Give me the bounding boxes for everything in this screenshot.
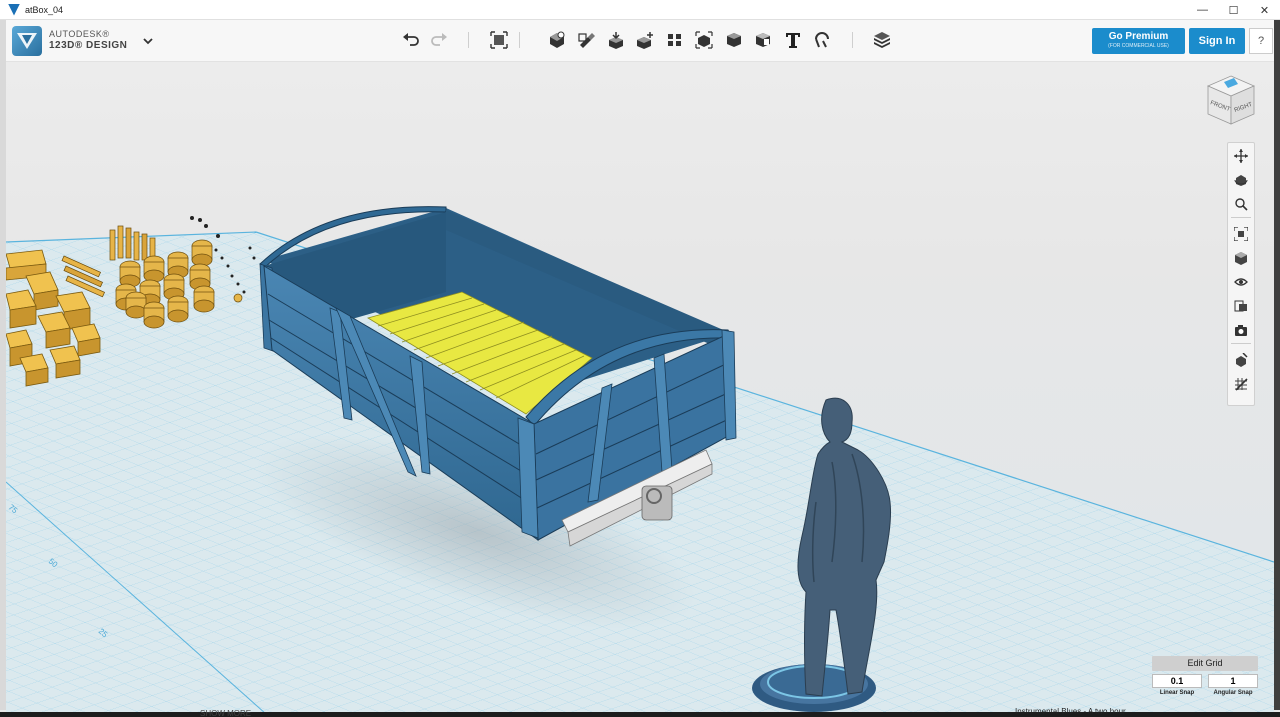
navigation-bar bbox=[1227, 142, 1255, 406]
brand: AUTODESK® 123D® DESIGN bbox=[49, 29, 127, 51]
primitives-icon[interactable] bbox=[548, 31, 566, 49]
window-title: atBox_04 bbox=[25, 4, 64, 15]
background-window-text: Instrumental Blues - A two hour bbox=[1015, 707, 1126, 716]
camera-icon[interactable] bbox=[1232, 321, 1250, 339]
angular-snap-field[interactable]: 1 bbox=[1208, 674, 1258, 688]
text-icon[interactable] bbox=[784, 31, 802, 49]
grouping-icon[interactable] bbox=[695, 31, 713, 49]
view-cube[interactable]: FRONT RIGHT bbox=[1204, 74, 1258, 130]
maximize-icon[interactable]: ☐ bbox=[1218, 0, 1249, 20]
sign-in-button[interactable]: Sign In bbox=[1189, 28, 1245, 54]
zoom-icon[interactable] bbox=[1232, 195, 1250, 213]
undo-icon[interactable] bbox=[402, 31, 420, 49]
measure-icon[interactable] bbox=[754, 31, 772, 49]
materials-icon[interactable] bbox=[873, 31, 891, 49]
close-icon[interactable]: ✕ bbox=[1249, 0, 1280, 20]
go-premium-button[interactable]: Go Premium (FOR COMMERCIAL USE) bbox=[1092, 28, 1185, 54]
view-mode-icon[interactable] bbox=[1232, 249, 1250, 267]
navbar-separator bbox=[1231, 217, 1251, 218]
brand-line1: AUTODESK® bbox=[49, 29, 110, 39]
redo-icon[interactable] bbox=[430, 31, 448, 49]
transform-icon[interactable] bbox=[490, 31, 508, 49]
toolbar-separator bbox=[468, 32, 469, 48]
title-bar: atBox_04 — ☐ ✕ bbox=[0, 0, 1280, 20]
chevron-down-icon[interactable] bbox=[142, 34, 154, 46]
construct-icon[interactable] bbox=[607, 31, 625, 49]
pan-icon[interactable] bbox=[1232, 147, 1250, 165]
premium-sub-label: (FOR COMMERCIAL USE) bbox=[1108, 43, 1169, 49]
sketch-icon[interactable] bbox=[578, 31, 596, 49]
brand-line2: 123D® DESIGN bbox=[49, 40, 128, 51]
modify-icon[interactable] bbox=[636, 31, 654, 49]
app-logo-icon bbox=[8, 3, 20, 16]
grid-icon[interactable] bbox=[1232, 375, 1250, 393]
orbit-icon[interactable] bbox=[1232, 171, 1250, 189]
app-toolbar: AUTODESK® 123D® DESIGN Go Premium (FOR C… bbox=[6, 20, 1274, 62]
angular-snap-label: Angular Snap bbox=[1213, 690, 1253, 696]
snap-icon[interactable] bbox=[813, 31, 831, 49]
combine-icon[interactable] bbox=[725, 31, 743, 49]
linear-snap-field[interactable]: 0.1 bbox=[1152, 674, 1202, 688]
premium-label: Go Premium bbox=[1108, 31, 1169, 42]
scene-canvas: 75 50 25 bbox=[6, 206, 1274, 714]
minimize-icon[interactable]: — bbox=[1187, 0, 1218, 20]
pattern-icon[interactable] bbox=[666, 31, 684, 49]
snap-icon[interactable] bbox=[1232, 351, 1250, 369]
linear-snap-label: Linear Snap bbox=[1159, 690, 1195, 696]
toolbar-separator bbox=[519, 32, 520, 48]
app-menu-logo[interactable] bbox=[12, 26, 42, 56]
edit-grid-panel: Edit Grid 0.1 1 Linear Snap Angular Snap bbox=[1152, 656, 1258, 706]
visibility-icon[interactable] bbox=[1232, 273, 1250, 291]
toolbar-separator bbox=[852, 32, 853, 48]
show-more-link[interactable]: SHOW MORE bbox=[200, 709, 251, 717]
app-window: atBox_04 — ☐ ✕ AUTODESK® 123D® DESIGN Go… bbox=[0, 0, 1280, 717]
edit-grid-button[interactable]: Edit Grid bbox=[1152, 656, 1258, 671]
help-button[interactable]: ? bbox=[1249, 28, 1273, 54]
fit-icon[interactable] bbox=[1232, 225, 1250, 243]
3d-viewport[interactable]: 75 50 25 FRONT RIGHT Edit Grid 0.1 1 Lin… bbox=[6, 62, 1274, 714]
navbar-separator bbox=[1231, 343, 1251, 344]
background-right-strip bbox=[1274, 20, 1280, 710]
materials-view-icon[interactable] bbox=[1232, 297, 1250, 315]
